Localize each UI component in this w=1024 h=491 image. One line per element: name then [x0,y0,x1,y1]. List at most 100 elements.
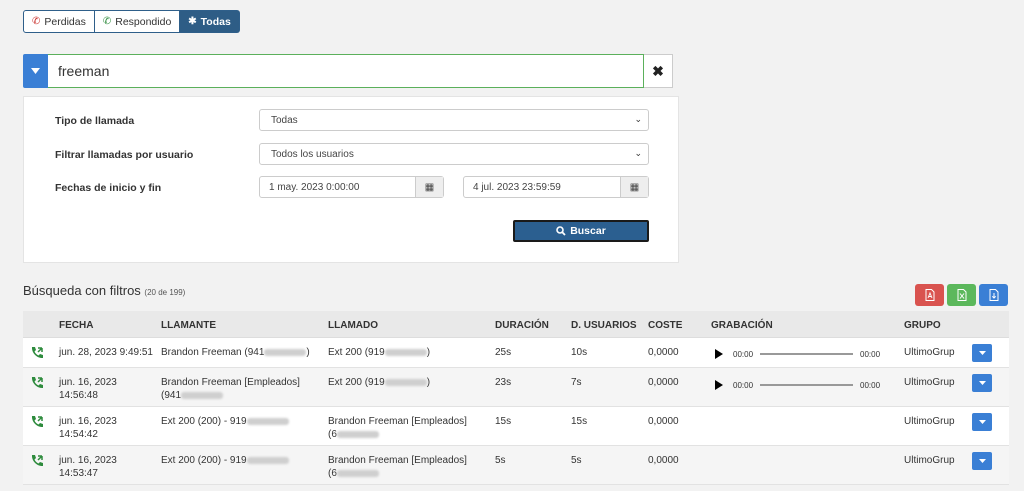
filter-row-fechas: Fechas de inicio y fin 1 may. 2023 0:00:… [24,176,678,200]
asterisk-icon: ✱ [188,16,197,27]
time-total: 00:00 [860,380,881,390]
row-actions-button[interactable] [972,413,992,431]
cell-grupo: UltimoGrup [904,377,955,388]
cell-duracion: 15s [495,416,512,427]
cell-fecha: jun. 16, 2023 14:53:47 [59,454,117,480]
tab-label: Respondido [115,15,172,28]
cell-duracion: 23s [495,377,512,388]
fecha-line2: 14:53:47 [59,468,98,479]
buscar-label: Buscar [570,225,606,237]
cell-fecha: jun. 16, 2023 14:56:48 [59,376,117,402]
redacted-number [246,417,289,425]
caret-down-icon [978,351,986,355]
tipo-llamada-label: Tipo de llamada [55,115,135,127]
seek-bar[interactable] [760,384,854,386]
fecha-line1: jun. 16, 2023 [59,455,117,466]
usuario-select[interactable]: Todos los usuarios ⌄ [259,143,649,165]
fecha-inicio-field[interactable]: 1 may. 2023 0:00:00 ▦ [259,176,444,198]
audio-player: 00:00 00:00 [710,378,890,392]
row-actions-button[interactable] [972,344,992,362]
redacted-number [264,348,307,356]
export-excel-button[interactable] [947,284,976,306]
row-actions-button[interactable] [972,452,992,470]
phone-answered-icon [31,455,43,467]
cell-llamante: Ext 200 (200) - 919 [161,454,289,467]
call-filter-tabs: ✆ Perdidas ✆ Respondido ✱ Todas [23,10,240,33]
table-header: FECHA LLAMANTE LLAMADO DURACIÓN D. USUAR… [23,311,1009,338]
calendar-icon[interactable]: ▦ [415,177,443,197]
filter-row-tipo: Tipo de llamada Todas ⌄ [24,109,678,133]
cell-llamante: Brandon Freeman [Empleados] (941 [161,376,300,402]
audio-player: 00:00 00:00 [710,347,890,361]
cell-duracion: 5s [495,455,506,466]
llamado-text: Brandon Freeman [Empleados] [328,416,467,427]
fecha-line1: jun. 16, 2023 [59,416,117,427]
search-bar: ✖ [23,54,673,88]
tab-respondido[interactable]: ✆ Respondido [94,10,181,33]
tipo-llamada-select[interactable]: Todas ⌄ [259,109,649,131]
cell-coste: 0,0000 [648,455,679,466]
header-fecha: FECHA [59,320,94,331]
seek-bar[interactable] [760,353,854,355]
llamado-line2: (6 [328,468,337,479]
row-actions-button[interactable] [972,374,992,392]
phone-answered-icon [31,377,43,389]
fecha-fin-field[interactable]: 4 jul. 2023 23:59:59 ▦ [463,176,649,198]
header-coste: COSTE [648,320,683,331]
close-icon: ✖ [652,62,664,79]
cell-d-usuarios: 7s [571,377,582,388]
results-title-text: Búsqueda con filtros [23,283,141,298]
calendar-icon[interactable]: ▦ [620,177,648,197]
llamante-text: Ext 200 (200) - 919 [161,416,247,427]
buscar-button[interactable]: Buscar [513,220,649,242]
tab-perdidas[interactable]: ✆ Perdidas [23,10,95,33]
redacted-number [336,469,379,477]
file-excel-icon [957,289,966,301]
llamante-text: Brandon Freeman (941 [161,347,265,358]
cell-coste: 0,0000 [648,416,679,427]
table-row[interactable]: jun. 28, 2023 9:49:51 Brandon Freeman (9… [23,338,1009,368]
fecha-line2: 14:54:42 [59,429,98,440]
table-row[interactable]: jun. 16, 2023 14:53:47 Ext 200 (200) - 91… [23,446,1009,485]
clear-search-button[interactable]: ✖ [644,54,673,88]
header-duracion: DURACIÓN [495,320,549,331]
llamante-line2: (941 [161,390,182,401]
cell-llamado: Brandon Freeman [Empleados] (6 [328,415,467,441]
tab-todas[interactable]: ✱ Todas [180,10,240,33]
llamado-text: Brandon Freeman [Empleados] [328,455,467,466]
table-row[interactable]: jun. 16, 2023 14:54:42 Ext 200 (200) - 91… [23,407,1009,446]
fecha-line1: jun. 16, 2023 [59,377,117,388]
search-input[interactable] [48,54,644,88]
redacted-number [246,456,289,464]
cell-grupo: UltimoGrup [904,416,955,427]
llamado-tail: ) [426,377,431,388]
filter-toggle-button[interactable] [23,54,48,88]
redacted-number [181,391,224,399]
play-icon[interactable] [715,380,723,390]
redacted-number [384,348,427,356]
header-grupo: GRUPO [904,320,941,331]
cell-coste: 0,0000 [648,347,679,358]
cell-duracion: 25s [495,347,512,358]
chevron-down-icon: ⌄ [634,114,642,124]
llamante-tail: ) [306,347,310,358]
results-title: Búsqueda con filtros (20 de 199) [23,283,185,298]
cell-llamado: Ext 200 (919) [328,376,430,389]
header-d-usuarios: D. USUARIOS [571,320,637,331]
chevron-down-icon: ⌄ [634,148,642,158]
cell-llamado: Ext 200 (919) [328,346,430,359]
llamante-text: Ext 200 (200) - 919 [161,455,247,466]
export-pdf-button[interactable] [915,284,944,306]
cell-llamado: Brandon Freeman [Empleados] (6 [328,454,467,480]
tab-label: Perdidas [44,15,86,28]
play-icon[interactable] [715,349,723,359]
fecha-line1: jun. 28, 2023 9:49:51 [59,347,153,358]
file-download-icon [989,289,998,301]
cell-fecha: jun. 28, 2023 9:49:51 [59,346,153,359]
llamado-tail: ) [426,347,431,358]
cell-d-usuarios: 15s [571,416,588,427]
export-download-button[interactable] [979,284,1008,306]
cell-fecha: jun. 16, 2023 14:54:42 [59,415,117,441]
table-row[interactable]: jun. 16, 2023 14:56:48 Brandon Freeman [E… [23,368,1009,407]
cell-d-usuarios: 5s [571,455,582,466]
